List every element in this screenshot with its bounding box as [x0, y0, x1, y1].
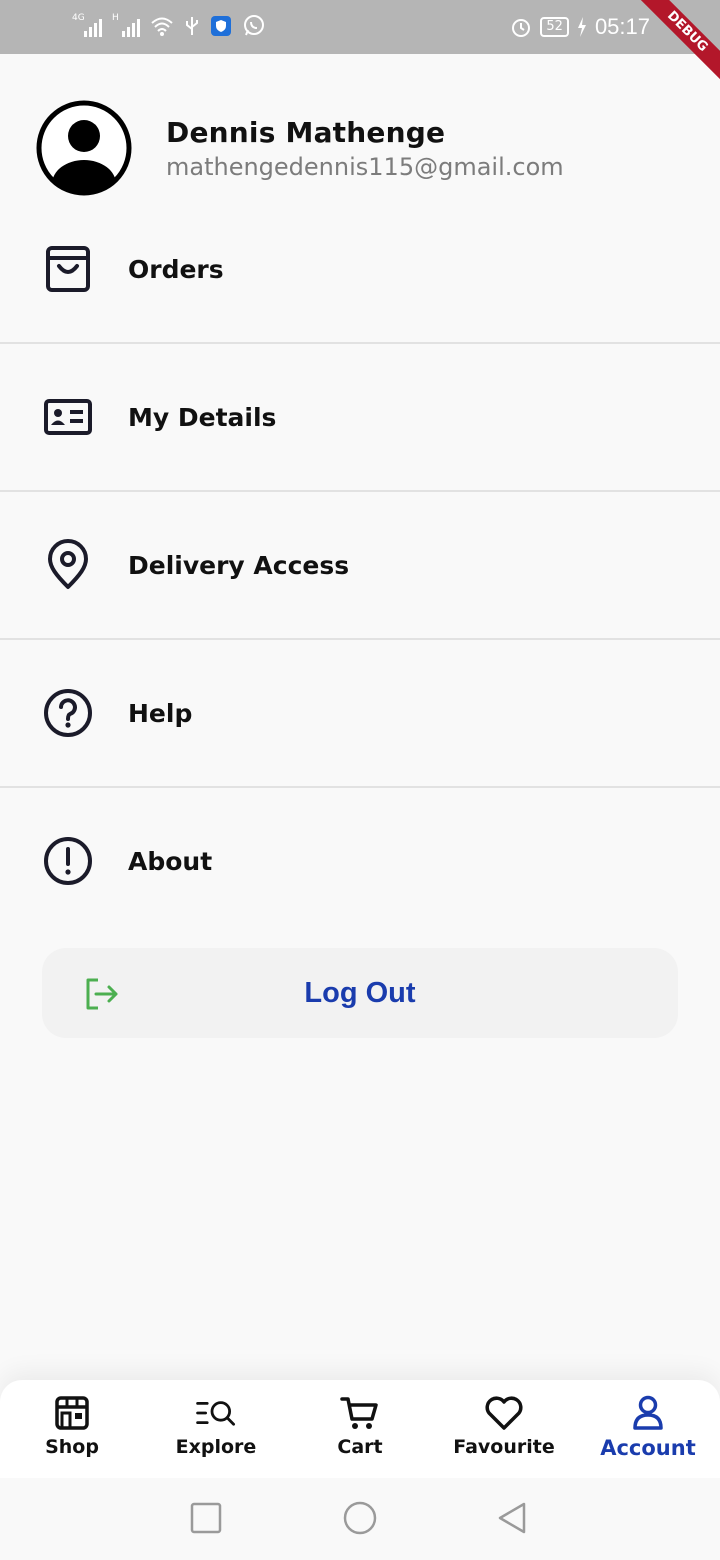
explore-icon — [196, 1394, 236, 1432]
home-icon[interactable] — [342, 1500, 378, 1536]
menu-item-label: Orders — [128, 254, 224, 284]
menu-item-delivery-access[interactable]: Delivery Access — [0, 492, 720, 638]
profile-header: Dennis Mathenge mathengedennis115@gmail.… — [36, 100, 564, 196]
status-icons-right: 52 05:17 — [510, 14, 650, 40]
nav-explore[interactable]: Explore — [144, 1380, 288, 1478]
nav-account[interactable]: Account — [576, 1380, 720, 1478]
logout-label: Log Out — [304, 976, 416, 1009]
store-icon — [52, 1394, 92, 1432]
wifi-icon — [151, 17, 173, 36]
profile-email: mathengedennis115@gmail.com — [166, 152, 564, 181]
menu-item-my-details[interactable]: My Details — [0, 344, 720, 490]
profile-info: Dennis Mathenge mathengedennis115@gmail.… — [166, 116, 564, 181]
nav-label: Account — [600, 1436, 696, 1460]
menu-item-label: Help — [128, 698, 193, 728]
help-circle-icon — [42, 687, 94, 739]
menu-item-help[interactable]: Help — [0, 640, 720, 786]
clock: 05:17 — [594, 14, 650, 39]
system-navigation-bar — [0, 1478, 720, 1560]
nav-cart[interactable]: Cart — [288, 1380, 432, 1478]
heart-icon — [484, 1394, 524, 1432]
id-card-icon — [42, 391, 94, 443]
debug-banner: DEBUG — [633, 0, 720, 86]
nav-label: Shop — [45, 1436, 99, 1458]
bottom-navigation: Shop Explore Cart Favourite Account — [0, 1380, 720, 1478]
location-pin-icon — [42, 539, 94, 591]
info-circle-icon — [42, 835, 94, 887]
signal-4g-icon: 4G — [72, 13, 102, 37]
menu-item-orders[interactable]: Orders — [0, 196, 720, 342]
menu-item-label: Delivery Access — [128, 550, 350, 580]
menu-item-about[interactable]: About — [0, 788, 720, 934]
nav-shop[interactable]: Shop — [0, 1380, 144, 1478]
shield-app-icon — [211, 16, 231, 36]
status-icons-left: 4G H — [72, 13, 266, 38]
status-bar: 4G H 52 05:17 DEBUG — [0, 0, 720, 86]
charging-icon — [577, 17, 586, 37]
usb-icon — [186, 17, 198, 35]
account-menu: Orders My Details Delivery Access Help A… — [0, 196, 720, 934]
nav-label: Explore — [175, 1436, 257, 1458]
alarm-icon — [512, 19, 531, 37]
profile-name: Dennis Mathenge — [166, 115, 446, 149]
nav-favourite[interactable]: Favourite — [432, 1380, 576, 1478]
whatsapp-icon — [244, 15, 264, 36]
logout-icon — [86, 978, 118, 1010]
cart-icon — [340, 1394, 380, 1432]
shopping-bag-icon — [42, 243, 94, 295]
user-icon — [628, 1394, 668, 1432]
nav-label: Favourite — [453, 1436, 555, 1458]
back-icon[interactable] — [494, 1500, 530, 1536]
menu-item-label: My Details — [128, 402, 277, 432]
menu-item-label: About — [128, 846, 213, 876]
logout-button[interactable]: Log Out — [42, 948, 678, 1038]
battery-indicator: 52 — [540, 17, 569, 37]
signal-h-icon: H — [112, 13, 140, 37]
recent-apps-icon[interactable] — [188, 1500, 224, 1536]
avatar[interactable] — [36, 100, 132, 196]
nav-label: Cart — [337, 1436, 383, 1458]
